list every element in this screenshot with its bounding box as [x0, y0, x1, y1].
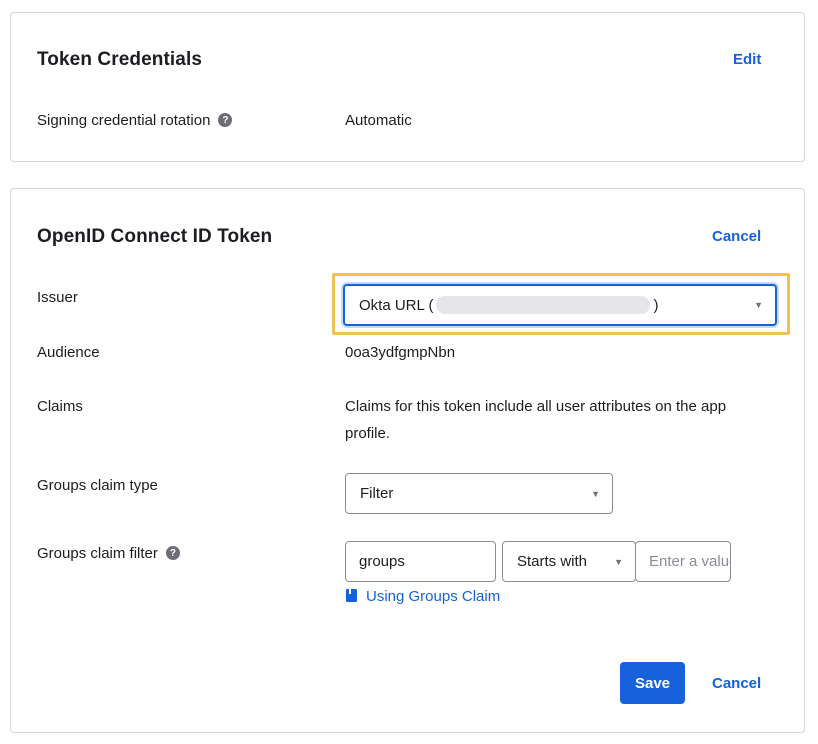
cancel-bottom-link[interactable]: Cancel [712, 675, 761, 692]
groups-type-select[interactable]: Filter ▼ [345, 473, 613, 514]
claims-label: Claims [37, 398, 83, 415]
chevron-down-icon: ▼ [754, 300, 763, 310]
using-groups-claim-link[interactable]: Using Groups Claim [346, 588, 500, 605]
help-icon[interactable]: ? [165, 546, 180, 561]
redacted-url [436, 296, 651, 314]
groups-filter-value-input[interactable]: Enter a value [635, 541, 731, 582]
audience-label: Audience [37, 344, 100, 361]
cancel-top-link[interactable]: Cancel [712, 228, 761, 245]
groups-type-label: Groups claim type [37, 477, 158, 494]
issuer-select[interactable]: Okta URL () ▼ [343, 284, 777, 326]
claims-text-line1: Claims for this token include all user a… [345, 398, 727, 415]
groups-filter-operator-select[interactable]: Starts with ▼ [502, 541, 636, 582]
issuer-label: Issuer [37, 289, 78, 306]
issuer-prefix: Okta URL ( [359, 296, 434, 314]
groups-filter-name-value: groups [359, 553, 405, 570]
groups-filter-name-input[interactable]: groups [345, 541, 496, 582]
groups-type-value: Filter [360, 485, 394, 502]
groups-filter-label-row: Groups claim filter? [37, 545, 180, 562]
help-icon[interactable]: ? [218, 113, 233, 128]
chevron-down-icon: ▼ [614, 556, 623, 567]
using-groups-claim-label: Using Groups Claim [366, 588, 501, 605]
rotation-label-row: Signing credential rotation? [37, 112, 233, 129]
rotation-value: Automatic [345, 112, 412, 129]
save-button[interactable]: Save [620, 662, 685, 704]
audience-value: 0oa3ydfgmpNbn [345, 344, 456, 361]
groups-filter-value-placeholder: Enter a value [649, 553, 730, 570]
oidc-token-panel [10, 188, 805, 733]
groups-filter-label: Groups claim filter [37, 545, 158, 562]
issuer-suffix: ) [653, 296, 659, 314]
edit-link[interactable]: Edit [733, 51, 761, 68]
token-credentials-title: Token Credentials [37, 49, 202, 70]
claims-text-line2: profile. [345, 425, 391, 442]
book-icon [346, 588, 357, 602]
groups-filter-operator-value: Starts with [517, 553, 588, 570]
chevron-down-icon: ▼ [591, 488, 600, 499]
oidc-title: OpenID Connect ID Token [37, 226, 273, 247]
rotation-label: Signing credential rotation [37, 112, 211, 129]
token-credentials-panel [10, 12, 805, 162]
